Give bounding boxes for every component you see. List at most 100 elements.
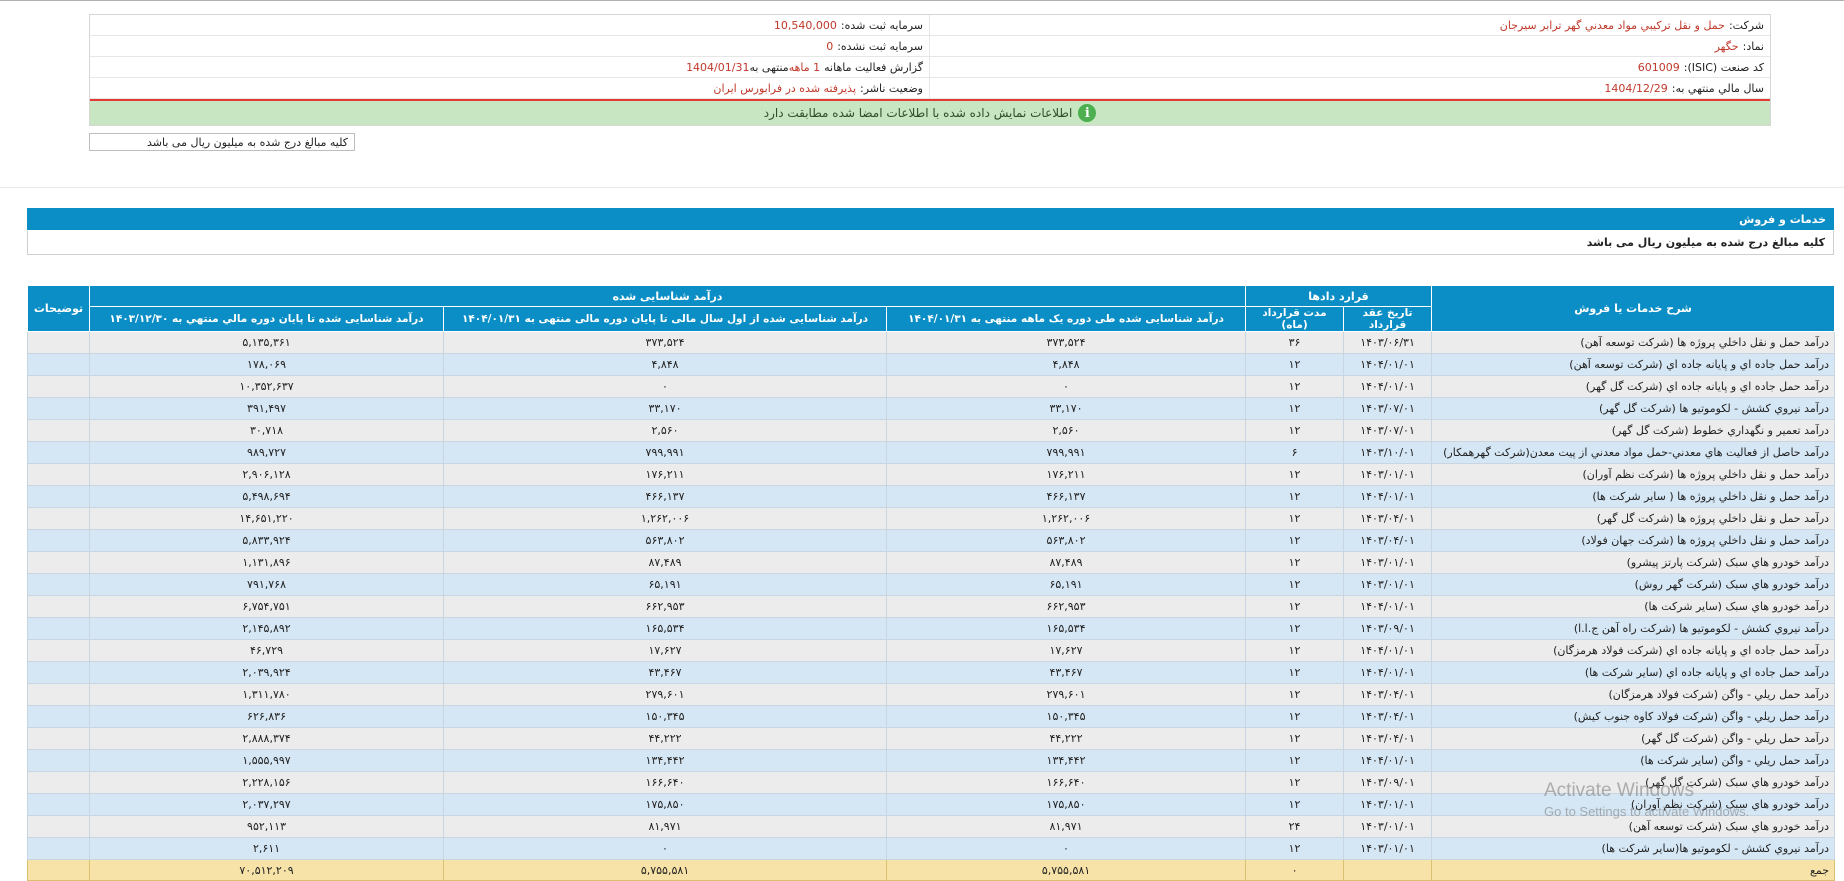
row-note xyxy=(27,639,90,662)
table-row: درآمد نيروي کشش - لکوموتيو ها (شرکت گل گ… xyxy=(27,397,1836,420)
row-revenue-month: ۲۷۹,۶۰۱ xyxy=(886,683,1247,706)
row-contract-date: ۱۴۰۴/۰۱/۰۱ xyxy=(1343,485,1433,508)
company-name: حمل و نقل ترکيبي مواد معدني گهر ترابر سي… xyxy=(1499,18,1725,32)
total-row: جمع ۰ ۵,۷۵۵,۵۸۱ ۵,۷۵۵,۵۸۱ ۷۰,۵۱۲,۲۰۹ xyxy=(27,859,1836,881)
row-revenue-prev: ۷۹۱,۷۶۸ xyxy=(88,573,445,596)
row-revenue-ytd: ۱۶۵,۵۳۴ xyxy=(443,617,888,640)
section-separator xyxy=(0,187,1844,188)
fiscal-year-label: سال مالي منتهي به: xyxy=(1671,81,1764,95)
row-description: درآمد تعمير و نگهداري خطوط (شرکت گل گهر) xyxy=(1431,419,1836,442)
row-revenue-month: ۵۶۳,۸۰۲ xyxy=(886,529,1247,552)
table-row: درآمد حاصل از فعاليت هاي معدني-حمل مواد … xyxy=(27,441,1836,464)
row-revenue-month: ۸۷,۴۸۹ xyxy=(886,551,1247,574)
isic-value: 601009 xyxy=(1637,60,1680,74)
row-note xyxy=(27,705,90,728)
row-revenue-month: ۸۱,۹۷۱ xyxy=(886,815,1247,838)
row-revenue-prev: ۲,۰۳۷,۲۹۷ xyxy=(88,793,445,816)
row-duration: ۱۲ xyxy=(1245,793,1345,816)
row-note xyxy=(27,375,90,398)
total-label: جمع xyxy=(1431,859,1836,881)
row-contract-date: ۱۴۰۴/۰۱/۰۱ xyxy=(1343,353,1433,376)
row-revenue-month: ۱۷,۶۲۷ xyxy=(886,639,1247,662)
row-revenue-ytd: ۳۳,۱۷۰ xyxy=(443,397,888,420)
info-row-company: شرکت: حمل و نقل ترکيبي مواد معدني گهر تر… xyxy=(90,15,1770,36)
windows-activation-watermark: Activate Windows Go to Settings to activ… xyxy=(1544,780,1749,819)
row-note xyxy=(27,463,90,486)
row-contract-date: ۱۴۰۳/۰۱/۰۱ xyxy=(1343,573,1433,596)
row-contract-date: ۱۴۰۳/۰۹/۰۱ xyxy=(1343,771,1433,794)
table-row: درآمد حمل ريلي - واگن (شرکت فولاد کاوه ج… xyxy=(27,705,1836,728)
row-revenue-month: ۶۵,۱۹۱ xyxy=(886,573,1247,596)
total-prev: ۷۰,۵۱۲,۲۰۹ xyxy=(88,859,445,881)
header-revenue-month: درآمد شناسایی شده طی دوره یک ماهه منتهی … xyxy=(886,306,1247,332)
row-description: درآمد حمل ريلي - واگن (شرکت فولاد کاوه ج… xyxy=(1431,705,1836,728)
capital-label: سرمايه ثبت شده: xyxy=(840,18,923,32)
row-description: درآمد حمل و نقل داخلي پروژه ها (شرکت توس… xyxy=(1431,331,1836,354)
header-revenue-prev-year: درآمد شناسایی شده تا پایان دوره مالي منت… xyxy=(88,306,445,332)
row-contract-date: ۱۴۰۳/۰۴/۰۱ xyxy=(1343,529,1433,552)
row-revenue-ytd: ۱۵۰,۳۴۵ xyxy=(443,705,888,728)
row-revenue-ytd: ۸۱,۹۷۱ xyxy=(443,815,888,838)
row-revenue-prev: ۲,۸۸۸,۳۷۴ xyxy=(88,727,445,750)
row-revenue-ytd: ۱۷,۶۲۷ xyxy=(443,639,888,662)
row-contract-date: ۱۴۰۳/۰۱/۰۱ xyxy=(1343,551,1433,574)
capital-cell: سرمايه ثبت شده: 10,540,000 xyxy=(90,15,930,35)
table-row: درآمد حمل ريلي - واگن (شرکت گل گهر) ۱۴۰۳/… xyxy=(27,727,1836,750)
row-note xyxy=(27,485,90,508)
row-revenue-prev: ۲,۶۱۱ xyxy=(88,837,445,860)
row-note xyxy=(27,793,90,816)
row-contract-date: ۱۴۰۳/۱۰/۰۱ xyxy=(1343,441,1433,464)
top-border xyxy=(0,0,1844,1)
header-contract-date: تاریخ عقد قرارداد xyxy=(1343,306,1433,332)
row-note xyxy=(27,573,90,596)
row-revenue-month: ۰ xyxy=(886,837,1247,860)
row-description: درآمد حمل جاده اي و پايانه جاده اي (شرکت… xyxy=(1431,353,1836,376)
row-contract-date: ۱۴۰۴/۰۱/۰۱ xyxy=(1343,749,1433,772)
row-revenue-prev: ۳۹۱,۴۹۷ xyxy=(88,397,445,420)
row-revenue-month: ۱۵۰,۳۴۵ xyxy=(886,705,1247,728)
row-duration: ۱۲ xyxy=(1245,551,1345,574)
row-contract-date: ۱۴۰۳/۰۱/۰۱ xyxy=(1343,837,1433,860)
row-contract-date: ۱۴۰۳/۰۴/۰۱ xyxy=(1343,727,1433,750)
row-revenue-month: ۴۳,۴۶۷ xyxy=(886,661,1247,684)
row-revenue-prev: ۱۰,۳۵۲,۶۳۷ xyxy=(88,375,445,398)
row-revenue-prev: ۲,۹۰۶,۱۲۸ xyxy=(88,463,445,486)
row-revenue-ytd: ۴۳,۴۶۷ xyxy=(443,661,888,684)
row-note xyxy=(27,617,90,640)
row-revenue-ytd: ۱۷۵,۸۵۰ xyxy=(443,793,888,816)
row-duration: ۱۲ xyxy=(1245,485,1345,508)
table-row: درآمد حمل جاده اي و پايانه جاده اي (شرکت… xyxy=(27,353,1836,376)
row-contract-date: ۱۴۰۳/۰۷/۰۱ xyxy=(1343,419,1433,442)
row-duration: ۳۶ xyxy=(1245,331,1345,354)
info-row-isic: کد صنعت (ISIC): 601009 گزارش فعاليت ماها… xyxy=(90,57,1770,78)
report-date: 1404/01/31 xyxy=(686,60,750,74)
units-note: کلیه مبالغ درج شده به میلیون ریال می باش… xyxy=(147,135,348,149)
row-revenue-month: ۳۳,۱۷۰ xyxy=(886,397,1247,420)
row-revenue-prev: ۲,۱۴۵,۸۹۲ xyxy=(88,617,445,640)
total-duration: ۰ xyxy=(1245,859,1345,881)
report-ending-text: منتهی به xyxy=(749,60,789,74)
row-revenue-prev: ۵,۸۳۳,۹۲۴ xyxy=(88,529,445,552)
row-duration: ۱۲ xyxy=(1245,749,1345,772)
row-note xyxy=(27,837,90,860)
fiscal-year-value: 1404/12/29 xyxy=(1604,81,1668,95)
table-row: درآمد حمل ريلي - واگن (شرکت فولاد هرمزگا… xyxy=(27,683,1836,706)
row-revenue-ytd: ۱۶۶,۶۴۰ xyxy=(443,771,888,794)
row-description: درآمد حمل و نقل داخلي پروژه ها ( ساير شر… xyxy=(1431,485,1836,508)
row-description: درآمد حمل جاده اي و پايانه جاده اي (شرکت… xyxy=(1431,639,1836,662)
row-note xyxy=(27,441,90,464)
report-cell: گزارش فعاليت ماهانه 1 ماهه منتهی به 1404… xyxy=(90,57,930,77)
row-description: درآمد خودرو هاي سبک (شرکت گهر روش) xyxy=(1431,573,1836,596)
row-revenue-month: ۰ xyxy=(886,375,1247,398)
unregistered-capital-label: سرمايه ثبت نشده: xyxy=(837,39,923,53)
symbol-label: نماد: xyxy=(1742,39,1764,53)
row-revenue-prev: ۹۵۲,۱۱۳ xyxy=(88,815,445,838)
row-revenue-month: ۱۳۴,۴۴۲ xyxy=(886,749,1247,772)
row-description: درآمد حمل جاده اي و پايانه جاده اي (شرکت… xyxy=(1431,375,1836,398)
report-label: گزارش فعاليت ماهانه xyxy=(824,60,923,74)
row-contract-date: ۱۴۰۳/۰۴/۰۱ xyxy=(1343,683,1433,706)
row-revenue-month: ۴,۸۴۸ xyxy=(886,353,1247,376)
header-contracts-group: قرارد دادها xyxy=(1245,285,1433,307)
row-revenue-ytd: ۲,۵۶۰ xyxy=(443,419,888,442)
row-contract-date: ۱۴۰۳/۰۴/۰۱ xyxy=(1343,705,1433,728)
